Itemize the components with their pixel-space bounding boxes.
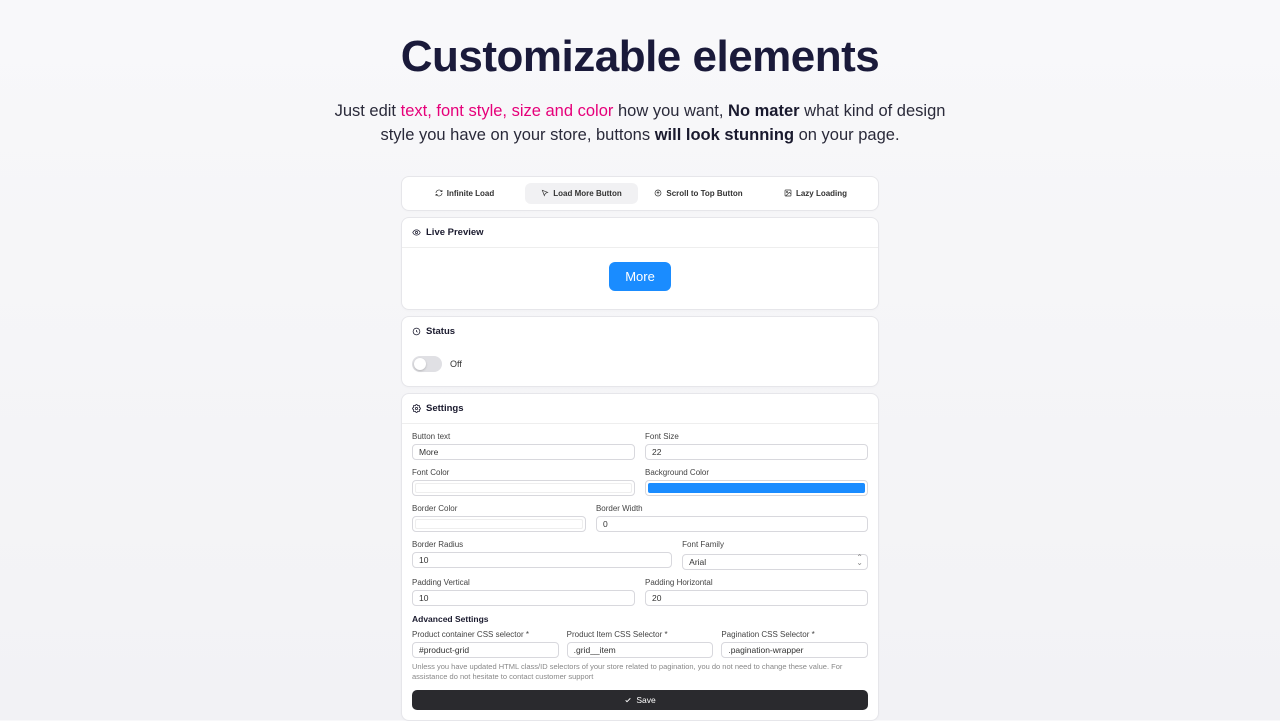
config-panel: Infinite Load Load More Button Scroll to…	[401, 176, 879, 721]
product-item-selector-input[interactable]	[567, 642, 714, 658]
gear-icon	[412, 404, 421, 413]
field-border-color: Border Color	[412, 504, 586, 532]
field-label: Product container CSS selector *	[412, 630, 559, 639]
field-pagination-selector: Pagination CSS Selector *	[721, 630, 868, 658]
field-border-radius: Border Radius	[412, 540, 672, 570]
padding-vertical-input[interactable]	[412, 590, 635, 606]
status-value: Off	[450, 359, 462, 369]
preview-area: More	[402, 248, 878, 309]
status-row: Off	[402, 346, 878, 386]
tab-scroll-to-top[interactable]: Scroll to Top Button	[642, 183, 755, 204]
field-bg-color: Background Color	[645, 468, 868, 496]
cursor-icon	[541, 189, 549, 197]
field-label: Padding Horizontal	[645, 578, 868, 587]
field-label: Background Color	[645, 468, 868, 477]
section-title: Settings	[426, 403, 463, 414]
field-button-text: Button text	[412, 432, 635, 460]
arrow-up-circle-icon	[654, 189, 662, 197]
color-swatch	[415, 519, 583, 529]
status-toggle[interactable]	[412, 356, 442, 372]
color-swatch	[648, 483, 865, 493]
refresh-icon	[435, 189, 443, 197]
field-label: Border Color	[412, 504, 586, 513]
bg-color-input[interactable]	[645, 480, 868, 496]
tab-load-more-button[interactable]: Load More Button	[525, 183, 638, 204]
advanced-settings-title: Advanced Settings	[412, 614, 868, 624]
hero-sub-bold2: will look stunning	[655, 126, 794, 144]
tab-label: Lazy Loading	[796, 189, 847, 198]
font-color-input[interactable]	[412, 480, 635, 496]
field-label: Border Width	[596, 504, 868, 513]
save-label: Save	[636, 695, 655, 705]
tab-label: Infinite Load	[447, 189, 495, 198]
font-family-select[interactable]	[682, 554, 868, 570]
product-container-selector-input[interactable]	[412, 642, 559, 658]
field-label: Font Color	[412, 468, 635, 477]
hero-title: Customizable elements	[401, 32, 880, 82]
hero-sub-mid: how you want,	[613, 102, 728, 120]
field-label: Product Item CSS Selector *	[567, 630, 714, 639]
status-card: Status Off	[401, 316, 879, 387]
field-label: Padding Vertical	[412, 578, 635, 587]
hero-sub-pre: Just edit	[335, 102, 401, 120]
tabs-bar: Infinite Load Load More Button Scroll to…	[401, 176, 879, 211]
check-icon	[624, 696, 632, 704]
section-title: Live Preview	[426, 227, 484, 238]
border-radius-input[interactable]	[412, 552, 672, 568]
page: Customizable elements Just edit text, fo…	[0, 0, 1280, 720]
section-title: Status	[426, 326, 455, 337]
status-icon	[412, 327, 421, 336]
preview-more-button[interactable]: More	[609, 262, 671, 291]
field-product-container-selector: Product container CSS selector *	[412, 630, 559, 658]
button-text-input[interactable]	[412, 444, 635, 460]
pagination-selector-input[interactable]	[721, 642, 868, 658]
color-swatch	[415, 483, 632, 493]
advanced-helper-text: Unless you have updated HTML class/ID se…	[412, 662, 868, 682]
field-label: Font Size	[645, 432, 868, 441]
tab-label: Scroll to Top Button	[666, 189, 742, 198]
field-font-family: Font Family ⌃⌄	[682, 540, 868, 570]
field-border-width: Border Width	[596, 504, 868, 532]
image-icon	[784, 189, 792, 197]
field-product-item-selector: Product Item CSS Selector *	[567, 630, 714, 658]
settings-header: Settings	[402, 394, 878, 424]
tab-lazy-loading[interactable]: Lazy Loading	[759, 183, 872, 204]
live-preview-card: Live Preview More	[401, 217, 879, 310]
field-padding-horizontal: Padding Horizontal	[645, 578, 868, 606]
field-label: Button text	[412, 432, 635, 441]
padding-horizontal-input[interactable]	[645, 590, 868, 606]
hero-sub-end: on your page.	[794, 126, 900, 144]
field-font-color: Font Color	[412, 468, 635, 496]
border-width-input[interactable]	[596, 516, 868, 532]
live-preview-header: Live Preview	[402, 218, 878, 248]
field-padding-vertical: Padding Vertical	[412, 578, 635, 606]
settings-card: Settings Button text Font Size Font Colo	[401, 393, 879, 721]
tab-label: Load More Button	[553, 189, 621, 198]
tab-infinite-load[interactable]: Infinite Load	[408, 183, 521, 204]
eye-icon	[412, 228, 421, 237]
hero-sub-bold1: No mater	[728, 102, 800, 120]
hero-subtitle: Just edit text, font style, size and col…	[320, 100, 960, 148]
field-label: Border Radius	[412, 540, 672, 549]
hero-sub-accent: text, font style, size and color	[401, 102, 614, 120]
field-label: Pagination CSS Selector *	[721, 630, 868, 639]
field-label: Font Family	[682, 540, 868, 549]
field-font-size: Font Size	[645, 432, 868, 460]
status-header: Status	[402, 317, 878, 346]
font-size-input[interactable]	[645, 444, 868, 460]
chevron-updown-icon: ⌃⌄	[856, 555, 863, 565]
settings-body: Button text Font Size Font Color Backgro	[402, 424, 878, 720]
save-button[interactable]: Save	[412, 690, 868, 710]
border-color-input[interactable]	[412, 516, 586, 532]
